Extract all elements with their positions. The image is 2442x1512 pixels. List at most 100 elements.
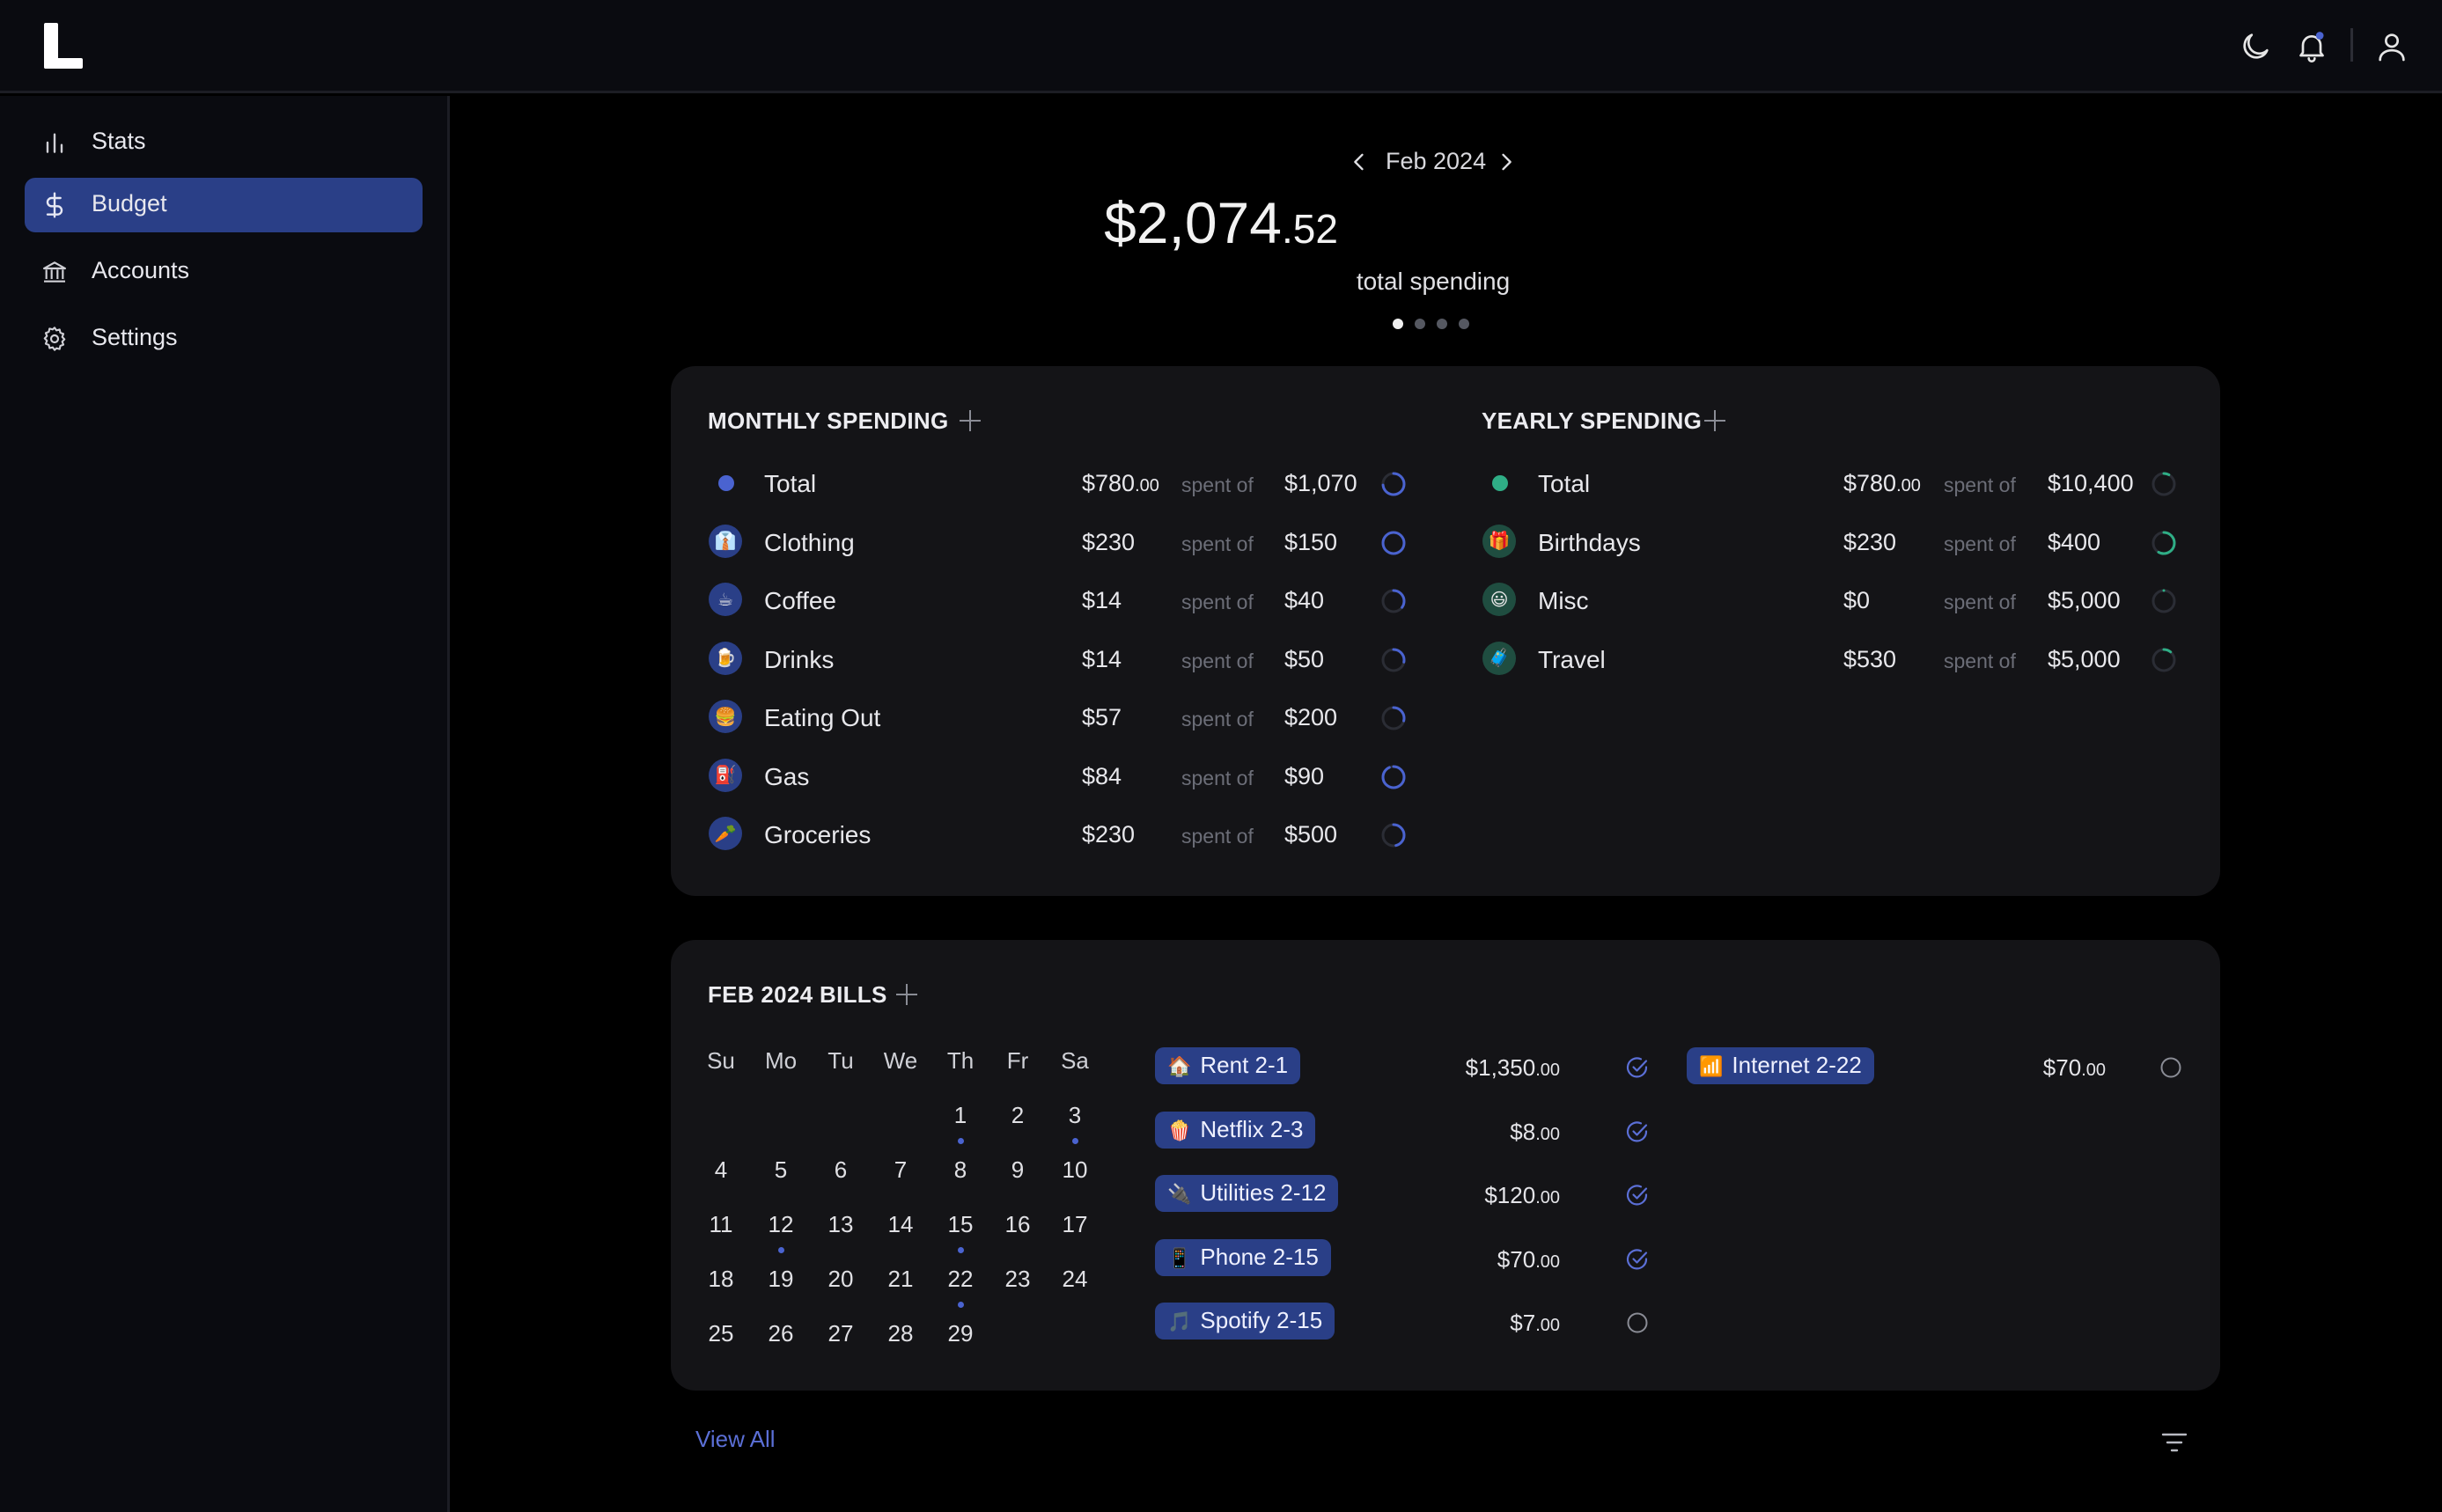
category-icon: 👔 bbox=[709, 524, 742, 558]
spending-row[interactable]: 🍺 Drinks $14 spent of $50 bbox=[709, 639, 1431, 679]
spending-row[interactable]: 🍔 Eating Out $57 spent of $200 bbox=[709, 697, 1431, 738]
spending-row[interactable]: 🧳 Travel $530 spent of $5,000 bbox=[1482, 639, 2204, 679]
calendar-day[interactable]: 23 bbox=[991, 1266, 1044, 1293]
filter-icon[interactable] bbox=[2160, 1431, 2188, 1454]
calendar-day[interactable]: 14 bbox=[874, 1211, 927, 1238]
bill-row[interactable]: 🏠 Rent 2-1 $1,350.00 bbox=[1155, 1047, 1648, 1088]
bill-row[interactable]: 📱 Phone 2-15 $70.00 bbox=[1155, 1238, 1650, 1280]
bill-tag[interactable]: 🎵 Spotify 2-15 bbox=[1155, 1303, 1335, 1340]
total-spending-amount: $2,074.52 bbox=[1104, 190, 1338, 255]
spending-row[interactable]: ☕ Coffee $14 spent of $40 bbox=[709, 580, 1431, 620]
sidebar-item-settings[interactable]: Settings bbox=[25, 312, 423, 366]
check-circle-icon[interactable] bbox=[1625, 1055, 1650, 1080]
add-yearly-category-button[interactable] bbox=[1703, 408, 1727, 433]
calendar-day[interactable]: 5 bbox=[754, 1156, 807, 1184]
category-name: Clothing bbox=[764, 528, 855, 556]
calendar-day[interactable]: 9 bbox=[991, 1156, 1044, 1184]
spent-of-label: spent of bbox=[1181, 766, 1254, 789]
sidebar: Stats Budget Accounts Settings bbox=[0, 96, 450, 1512]
calendar-day[interactable]: 15 bbox=[934, 1211, 987, 1238]
bill-tag[interactable]: 📱 Phone 2-15 bbox=[1155, 1238, 1331, 1276]
category-name: Travel bbox=[1538, 645, 1606, 673]
calendar-day[interactable]: 1 bbox=[934, 1102, 987, 1129]
view-all-link[interactable]: View All bbox=[695, 1426, 776, 1453]
calendar-day[interactable]: 26 bbox=[754, 1320, 807, 1347]
calendar-day[interactable]: 10 bbox=[1048, 1156, 1101, 1184]
page-dot[interactable] bbox=[1415, 319, 1425, 329]
bill-amount: $8.00 bbox=[1510, 1118, 1560, 1145]
spent-of-label: spent of bbox=[1944, 649, 2016, 672]
bill-tag[interactable]: 🍿 Netflix 2-3 bbox=[1155, 1111, 1316, 1149]
bar-chart-icon bbox=[40, 128, 69, 157]
bill-row[interactable]: 🔌 Utilities 2-12 $120.00 bbox=[1155, 1175, 1648, 1215]
calendar-day[interactable]: 8 bbox=[934, 1156, 987, 1184]
page-dot[interactable] bbox=[1437, 319, 1447, 329]
app-logo[interactable] bbox=[44, 23, 83, 69]
calendar-day[interactable]: 27 bbox=[814, 1320, 867, 1347]
bill-tag[interactable]: 🔌 Utilities 2-12 bbox=[1155, 1175, 1339, 1212]
check-circle-icon[interactable] bbox=[1625, 1247, 1650, 1272]
progress-ring bbox=[1379, 646, 1408, 674]
bill-row[interactable]: 🎵 Spotify 2-15 $7.00 bbox=[1155, 1303, 1648, 1343]
spent-amount: $230 bbox=[1082, 528, 1136, 555]
calendar-day[interactable]: 2 bbox=[991, 1102, 1044, 1129]
calendar-day[interactable]: 11 bbox=[695, 1211, 747, 1238]
calendar-day[interactable]: 16 bbox=[991, 1211, 1044, 1238]
calendar-day[interactable]: 12 bbox=[754, 1211, 807, 1238]
budget-amount: $50 bbox=[1284, 645, 1325, 672]
spent-amount: $780.00 bbox=[1843, 470, 1921, 496]
spending-row[interactable]: Total $780.00 spent of $10,400 bbox=[1482, 463, 2204, 503]
user-icon[interactable] bbox=[2374, 29, 2409, 64]
bill-row[interactable]: 🍿 Netflix 2-3 $8.00 bbox=[1155, 1111, 1650, 1152]
spending-row[interactable]: 👔 Clothing $230 spent of $150 bbox=[709, 522, 1431, 562]
circle-icon[interactable] bbox=[2159, 1055, 2183, 1080]
calendar-day[interactable]: 3 bbox=[1048, 1102, 1101, 1129]
spending-row[interactable]: 😃 Misc $0 spent of $5,000 bbox=[1482, 580, 2204, 620]
budget-amount: $200 bbox=[1284, 704, 1338, 730]
bell-icon[interactable] bbox=[2294, 29, 2329, 64]
calendar-day[interactable]: 29 bbox=[934, 1320, 987, 1347]
yearly-spending-title: YEARLY SPENDING bbox=[1482, 407, 1703, 434]
check-circle-icon[interactable] bbox=[1625, 1119, 1650, 1144]
calendar-day[interactable]: 28 bbox=[874, 1320, 927, 1347]
bill-due-marker bbox=[958, 1138, 964, 1144]
calendar-day[interactable]: 24 bbox=[1048, 1266, 1101, 1293]
spending-row[interactable]: Total $780.00 spent of $1,070 bbox=[709, 463, 1431, 503]
calendar-day[interactable]: 6 bbox=[814, 1156, 867, 1184]
calendar-day[interactable]: 21 bbox=[874, 1266, 927, 1293]
page-dot[interactable] bbox=[1459, 319, 1469, 329]
moon-icon[interactable] bbox=[2238, 29, 2273, 64]
calendar-day[interactable]: 19 bbox=[754, 1266, 807, 1293]
chevron-right-icon[interactable] bbox=[1494, 150, 1519, 174]
monthly-spending-title: MONTHLY SPENDING bbox=[708, 407, 949, 434]
check-circle-icon[interactable] bbox=[1625, 1183, 1650, 1207]
category-icon: ☕ bbox=[709, 583, 742, 616]
sidebar-item-stats[interactable]: Stats bbox=[25, 115, 423, 170]
spent-of-label: spent of bbox=[1181, 708, 1254, 730]
circle-icon[interactable] bbox=[1625, 1310, 1650, 1335]
bill-row[interactable]: 📶 Internet 2-22 $70.00 bbox=[1687, 1047, 2192, 1088]
calendar-day[interactable]: 18 bbox=[695, 1266, 747, 1293]
spending-row[interactable]: ⛽ Gas $84 spent of $90 bbox=[709, 756, 1431, 796]
budget-amount: $500 bbox=[1284, 821, 1338, 848]
spent-amount: $780.00 bbox=[1082, 470, 1159, 496]
budget-amount: $400 bbox=[2048, 528, 2101, 555]
calendar-day[interactable]: 4 bbox=[695, 1156, 747, 1184]
page-dot[interactable] bbox=[1393, 319, 1403, 329]
bill-tag[interactable]: 📶 Internet 2-22 bbox=[1687, 1047, 1874, 1084]
spending-row[interactable]: 🎁 Birthdays $230 spent of $400 bbox=[1482, 522, 2204, 562]
progress-ring bbox=[1379, 587, 1408, 615]
add-monthly-category-button[interactable] bbox=[958, 408, 982, 433]
category-icon: 🥕 bbox=[709, 817, 742, 850]
chevron-left-icon[interactable] bbox=[1347, 150, 1372, 174]
calendar-day[interactable]: 25 bbox=[695, 1320, 747, 1347]
spending-row[interactable]: 🥕 Groceries $230 spent of $500 bbox=[709, 814, 1431, 855]
calendar-day[interactable]: 22 bbox=[934, 1266, 987, 1293]
add-bill-button[interactable] bbox=[894, 982, 919, 1007]
spent-amount: $0 bbox=[1843, 587, 1871, 613]
calendar-day[interactable]: 13 bbox=[814, 1211, 867, 1238]
bill-tag[interactable]: 🏠 Rent 2-1 bbox=[1155, 1047, 1301, 1084]
calendar-day[interactable]: 7 bbox=[874, 1156, 927, 1184]
calendar-day[interactable]: 20 bbox=[814, 1266, 867, 1293]
calendar-day[interactable]: 17 bbox=[1048, 1211, 1101, 1238]
